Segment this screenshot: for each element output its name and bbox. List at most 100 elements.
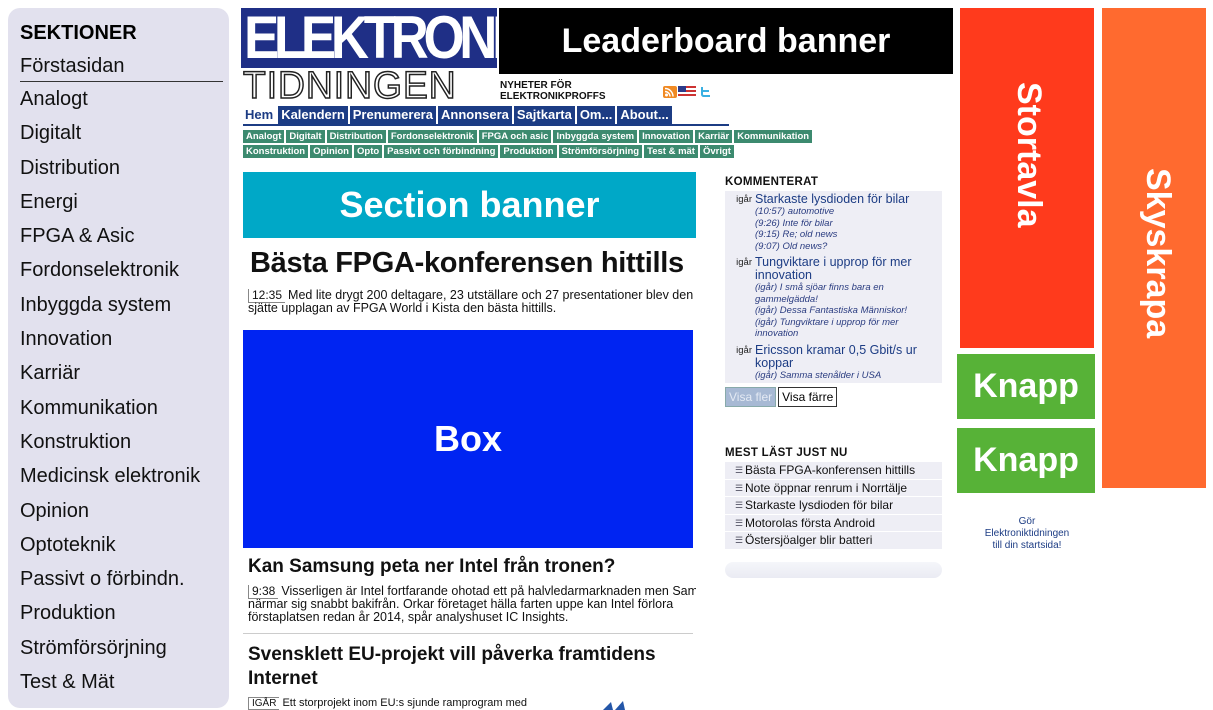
sidebar-item-fordonselektronik[interactable]: Fordonselektronik	[20, 253, 229, 287]
make-startpage-link[interactable]: Gör Elektroniktidningen till din startsi…	[960, 516, 1094, 552]
nav-om[interactable]: Om...	[576, 106, 616, 124]
article-icon: ☰	[735, 535, 744, 545]
subnav-opto[interactable]: Opto	[354, 145, 383, 158]
sidebar-item-passivt[interactable]: Passivt o förbindn.	[20, 562, 229, 596]
rss-icon[interactable]	[663, 86, 677, 98]
list-item[interactable]: ☰ Östersjöalger blir batteri	[725, 532, 942, 550]
article-3-headline[interactable]: Svensklett EU-projekt vill påverka framt…	[248, 643, 656, 691]
comment-link[interactable]: (igår) Tungviktare i upprop för mer inno…	[755, 317, 942, 340]
article-3-headline-line-2: Internet	[248, 668, 318, 689]
sidebar-item-medicinsk[interactable]: Medicinsk elektronik	[20, 459, 229, 493]
sidebar-item-energi[interactable]: Energi	[20, 185, 229, 219]
box-ad[interactable]: Box	[243, 330, 693, 548]
mest-last-box: MEST LÄST JUST NU ☰ Bästa FPGA-konferense…	[725, 447, 942, 550]
article-2-headline[interactable]: Kan Samsung peta ner Intel från tronen?	[248, 555, 615, 579]
subnav-ovrigt[interactable]: Övrigt	[699, 145, 734, 158]
list-item[interactable]: ☰ Note öppnar renrum i Norrtälje	[725, 480, 942, 497]
nav-kalendern[interactable]: Kalendern	[278, 106, 348, 124]
subnav-opinion[interactable]: Opinion	[310, 145, 352, 158]
sidebar-item-analogt[interactable]: Analogt	[20, 82, 229, 116]
sidebar-item-forstasidan[interactable]: Förstasidan	[20, 52, 223, 82]
gor-line-1: Gör	[1018, 516, 1036, 527]
sidebar-heading: SEKTIONER	[20, 22, 137, 44]
nav-underline	[243, 124, 729, 126]
mest-last-title: MEST LÄST JUST NU	[725, 447, 848, 459]
kommenterat-when: igår	[736, 194, 752, 205]
sidebar-item-karriar[interactable]: Karriär	[20, 356, 229, 390]
sidebar-item-stromforsorjning[interactable]: Strömförsörjning	[20, 631, 229, 665]
comment-link[interactable]: (10:57) automotive	[755, 206, 942, 218]
sidebar-item-inbyggda[interactable]: Inbyggda system	[20, 288, 229, 322]
nav-annonsera[interactable]: Annonsera	[437, 106, 512, 124]
section-banner[interactable]: Section banner	[243, 172, 696, 238]
list-item[interactable]: ☰ Bästa FPGA-konferensen hittills	[725, 462, 942, 480]
subnav-stromforsorjning[interactable]: Strömförsörjning	[558, 145, 643, 158]
knapp-ad-1[interactable]: Knapp	[957, 354, 1095, 419]
subnav-inbyggda[interactable]: Inbyggda system	[553, 130, 638, 143]
comment-link[interactable]: (9:15) Re; old news	[755, 229, 942, 241]
visa-farre-button[interactable]: Visa färre	[778, 387, 838, 407]
nav-sajtkarta[interactable]: Sajtkarta	[513, 106, 575, 124]
kommenterat-title: KOMMENTERAT	[725, 176, 819, 188]
comment-link[interactable]: (9:26) Inte för bilar	[755, 218, 942, 230]
sidebar-item-optoteknik[interactable]: Optoteknik	[20, 528, 229, 562]
subnav-konstruktion[interactable]: Konstruktion	[243, 145, 309, 158]
kommenterat-buttons: Visa fler Visa färre	[725, 387, 942, 407]
sidebar-item-test[interactable]: Test & Mät	[20, 665, 229, 699]
leaderboard-banner[interactable]: Leaderboard banner	[499, 8, 953, 74]
sidebar-item-produktion[interactable]: Produktion	[20, 596, 229, 630]
article-divider	[243, 633, 693, 634]
comment-link[interactable]: (igår) I små sjöar finns bara en gammelg…	[755, 282, 942, 305]
subnav-test[interactable]: Test & mät	[644, 145, 698, 158]
article-3-line-1: Ett storprojekt inom EU:s sjunde ramprog…	[282, 697, 527, 709]
nav-prenumerera[interactable]: Prenumerera	[349, 106, 436, 124]
article-3-teaser: IGÅR Ett storprojekt inom EU:s sjunde ram…	[248, 697, 598, 710]
subnav-digitalt[interactable]: Digitalt	[286, 130, 325, 143]
nav-about[interactable]: About...	[617, 106, 672, 124]
subnav-distribution[interactable]: Distribution	[326, 130, 386, 143]
sidebar-item-konstruktion[interactable]: Konstruktion	[20, 425, 229, 459]
knapp-ad-2[interactable]: Knapp	[957, 428, 1095, 493]
subnav-kommunikation[interactable]: Kommunikation	[734, 130, 813, 143]
subnav-karriar[interactable]: Karriär	[695, 130, 733, 143]
sidebar-item-distribution[interactable]: Distribution	[20, 151, 229, 185]
logo-bottom-text: TIDNINGEN	[242, 65, 457, 107]
kommenterat-title-link[interactable]: Starkaste lysdioden för bilar	[755, 193, 942, 206]
article-icon: ☰	[735, 482, 744, 493]
subnav-analogt[interactable]: Analogt	[243, 130, 285, 143]
list-item[interactable]: ☰ Motorolas första Android	[725, 515, 942, 532]
list-item-label: Östersjöalger blir batteri	[745, 533, 873, 547]
gor-line-2: Elektroniktidningen	[984, 528, 1070, 539]
sidebar-item-fpga[interactable]: FPGA & Asic	[20, 219, 229, 253]
twitter-icon[interactable]	[698, 86, 712, 98]
sidebar-item-innovation[interactable]: Innovation	[20, 322, 229, 356]
tagline-line-1: NYHETER FÖR	[500, 80, 572, 91]
subnav-fordonselektronik[interactable]: Fordonselektronik	[387, 130, 477, 143]
subnav-passivt[interactable]: Passivt och förbindning	[384, 145, 499, 158]
sidebar-item-opinion[interactable]: Opinion	[20, 494, 229, 528]
skyskrapa-ad[interactable]: Skyskrapa	[1102, 8, 1206, 488]
stortavla-ad[interactable]: Stortavla	[960, 8, 1094, 348]
article-1-headline[interactable]: Bästa FPGA-konferensen hittills	[250, 243, 684, 283]
comment-link[interactable]: (9:07) Old news?	[755, 241, 942, 253]
subnav-innovation[interactable]: Innovation	[639, 130, 694, 143]
kommenterat-title-link[interactable]: Ericsson kramar 0,5 Gbit/s ur koppar	[755, 343, 942, 370]
article-2-teaser: 9:38 Visserligen är Intel fortfarande oho…	[248, 585, 696, 624]
subnav-produktion[interactable]: Produktion	[500, 145, 557, 158]
comment-link[interactable]: (igår) Samma stenålder i USA	[755, 370, 942, 382]
article-icon: ☰	[735, 465, 744, 475]
list-item[interactable]: ☰ Starkaste lysdioden för bilar	[725, 497, 942, 515]
sidebar-item-kommunikation[interactable]: Kommunikation	[20, 391, 229, 425]
subnav-fpga[interactable]: FPGA och asic	[478, 130, 552, 143]
stortavla-label: Stortavla	[1010, 82, 1048, 228]
visa-fler-button[interactable]: Visa fler	[725, 387, 777, 407]
nav-hem[interactable]: Hem	[243, 106, 277, 124]
site-logo[interactable]: ELEKTRONIK TIDNINGEN	[241, 8, 540, 106]
gor-line-3: till din startsida!	[992, 540, 1062, 551]
flag-icon[interactable]	[678, 86, 696, 98]
sidebar-item-digitalt[interactable]: Digitalt	[20, 116, 229, 150]
kommenterat-title-link[interactable]: Tungviktare i upprop för mer innovation	[755, 256, 942, 282]
comment-link[interactable]: (igår) Dessa Fantastiska Människor!	[755, 305, 942, 317]
list-item-label: Motorolas första Android	[745, 515, 876, 530]
article-3-headline-line-1: Svensklett EU-projekt vill påverka framt…	[248, 644, 656, 665]
